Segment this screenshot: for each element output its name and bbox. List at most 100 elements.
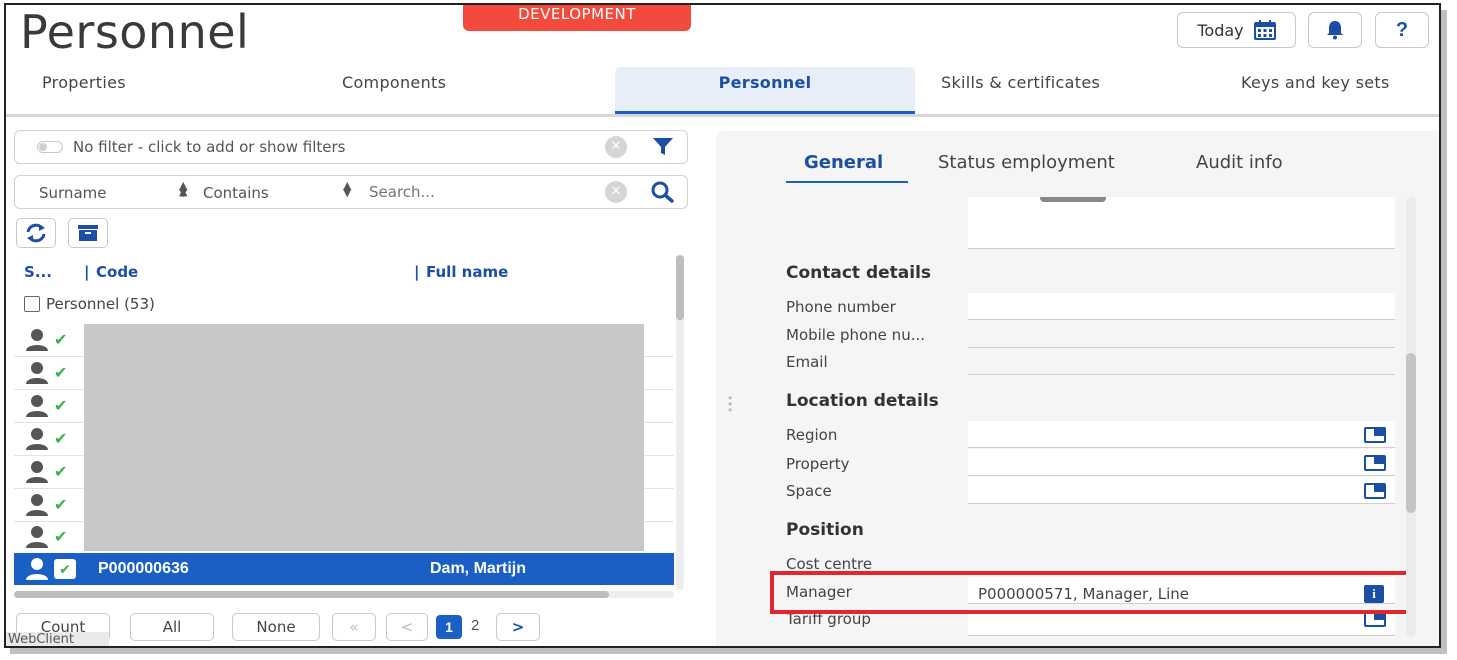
clear-search-icon[interactable]: ✕ <box>605 181 627 203</box>
tab-personnel[interactable]: Personnel <box>615 67 915 114</box>
scrollbar-thumb[interactable] <box>676 255 684 320</box>
group-label: Personnel (53) <box>46 295 155 313</box>
label-property: Property <box>786 455 850 473</box>
search-icon[interactable] <box>651 181 675 203</box>
scrollbar-thumb[interactable] <box>14 591 609 598</box>
lookup-icon[interactable] <box>1364 427 1386 443</box>
property-field[interactable] <box>968 449 1395 476</box>
select-none-button[interactable]: None <box>232 613 320 641</box>
list-horizontal-scrollbar[interactable] <box>14 591 674 598</box>
filter-bar[interactable]: No filter - click to add or show filters… <box>14 130 688 164</box>
list-pane: No filter - click to add or show filters… <box>6 120 701 646</box>
refresh-button[interactable] <box>16 218 56 248</box>
field-handle <box>1040 197 1106 202</box>
photo-field[interactable] <box>968 197 1395 249</box>
column-divider: | <box>84 263 90 281</box>
page-2-button[interactable]: 2 <box>471 617 479 634</box>
tab-components[interactable]: Components <box>342 67 446 114</box>
prev-page-button[interactable]: < <box>386 613 428 641</box>
tab-keys-key-sets[interactable]: Keys and key sets <box>1241 67 1390 114</box>
active-subtab-indicator <box>786 181 908 183</box>
clear-filter-icon[interactable]: ✕ <box>605 136 627 158</box>
subtab-status-employment[interactable]: Status employment <box>938 152 1115 173</box>
phone-number-field[interactable] <box>968 293 1395 320</box>
column-code[interactable]: Code <box>96 263 138 281</box>
email-field[interactable] <box>968 348 1395 375</box>
app-window: Personnel DEVELOPMENT Today ? Properties… <box>4 3 1441 648</box>
section-position: Position <box>786 520 864 540</box>
today-label: Today <box>1197 20 1244 40</box>
detail-vertical-scrollbar[interactable] <box>1406 197 1416 637</box>
subtab-general[interactable]: General <box>804 152 883 173</box>
check-icon: ✔ <box>54 529 68 546</box>
row-code: P000000636 <box>98 560 189 577</box>
today-button[interactable]: Today <box>1177 12 1296 48</box>
space-field[interactable] <box>968 477 1395 504</box>
filter-toggle[interactable] <box>37 141 63 153</box>
check-icon: ✔ <box>54 559 76 579</box>
check-icon: ✔ <box>54 464 68 481</box>
drag-handle-icon[interactable]: • • • <box>728 392 732 416</box>
person-icon <box>26 362 48 384</box>
column-full-name[interactable]: Full name <box>426 263 508 281</box>
lookup-icon[interactable] <box>1364 455 1386 471</box>
operator-select-arrows-icon[interactable]: ▲ ▼ <box>343 180 351 198</box>
person-icon <box>26 461 48 483</box>
manager-highlight-box <box>770 571 1414 614</box>
check-icon: ✔ <box>54 431 68 448</box>
mobile-phone-field[interactable] <box>968 321 1395 348</box>
person-icon <box>26 494 48 516</box>
label-phone-number: Phone number <box>786 298 896 316</box>
group-checkbox[interactable] <box>24 296 40 312</box>
person-icon <box>26 526 48 548</box>
archive-button[interactable] <box>68 218 108 248</box>
label-mobile-phone: Mobile phone nu... <box>786 326 925 344</box>
label-email: Email <box>786 353 828 371</box>
bell-icon <box>1327 21 1343 40</box>
tab-skills-certificates[interactable]: Skills & certificates <box>941 67 1100 114</box>
archive-icon <box>78 225 98 241</box>
table-row-selected[interactable]: ✔ P000000636 Dam, Martijn <box>14 553 674 585</box>
search-input[interactable] <box>369 181 589 203</box>
check-icon: ✔ <box>54 332 68 349</box>
check-icon: ✔ <box>54 497 68 514</box>
search-operator-select[interactable]: Contains <box>203 184 269 202</box>
first-page-button[interactable]: « <box>332 613 376 641</box>
section-contact-details: Contact details <box>786 263 932 283</box>
page-title: Personnel <box>20 5 250 59</box>
webclient-label: WebClient <box>6 632 109 646</box>
funnel-icon[interactable] <box>652 137 674 157</box>
search-field-label: Surname <box>39 184 107 202</box>
check-icon: ✔ <box>54 365 68 382</box>
section-location-details: Location details <box>786 391 939 411</box>
person-icon <box>26 428 48 450</box>
calendar-icon <box>1253 20 1276 40</box>
refresh-icon <box>26 223 46 243</box>
frame-shadow <box>1441 10 1447 654</box>
select-all-button[interactable]: All <box>130 613 214 641</box>
help-button[interactable]: ? <box>1375 12 1429 48</box>
search-field-select[interactable]: Surname <box>39 184 106 202</box>
search-operator-label: Contains <box>203 184 269 202</box>
next-page-button[interactable]: > <box>496 613 540 641</box>
notifications-button[interactable] <box>1308 12 1362 48</box>
scrollbar-thumb[interactable] <box>1406 353 1416 513</box>
subtab-audit-info[interactable]: Audit info <box>1196 152 1283 173</box>
main-tabs: Properties Components Personnel Skills &… <box>6 67 1439 117</box>
frame-shadow <box>10 648 1447 654</box>
list-vertical-scrollbar[interactable] <box>676 255 684 590</box>
region-field[interactable] <box>968 421 1395 448</box>
row-full-name: Dam, Martijn <box>430 560 527 577</box>
lookup-icon[interactable] <box>1364 483 1386 499</box>
page-1-button[interactable]: 1 <box>436 615 462 639</box>
tab-properties[interactable]: Properties <box>42 67 126 114</box>
column-status[interactable]: S... <box>24 263 52 281</box>
field-select-arrows-icon[interactable]: ▲ ▼ <box>179 180 187 198</box>
column-divider: | <box>414 263 420 281</box>
redacted-area <box>84 324 644 551</box>
label-region: Region <box>786 426 838 444</box>
label-space: Space <box>786 482 832 500</box>
search-bar: Surname ▲ ▲▼ Contains ▲▼ ✕ <box>14 175 688 209</box>
person-icon <box>26 329 48 351</box>
group-row[interactable]: Personnel (53) <box>24 295 155 313</box>
